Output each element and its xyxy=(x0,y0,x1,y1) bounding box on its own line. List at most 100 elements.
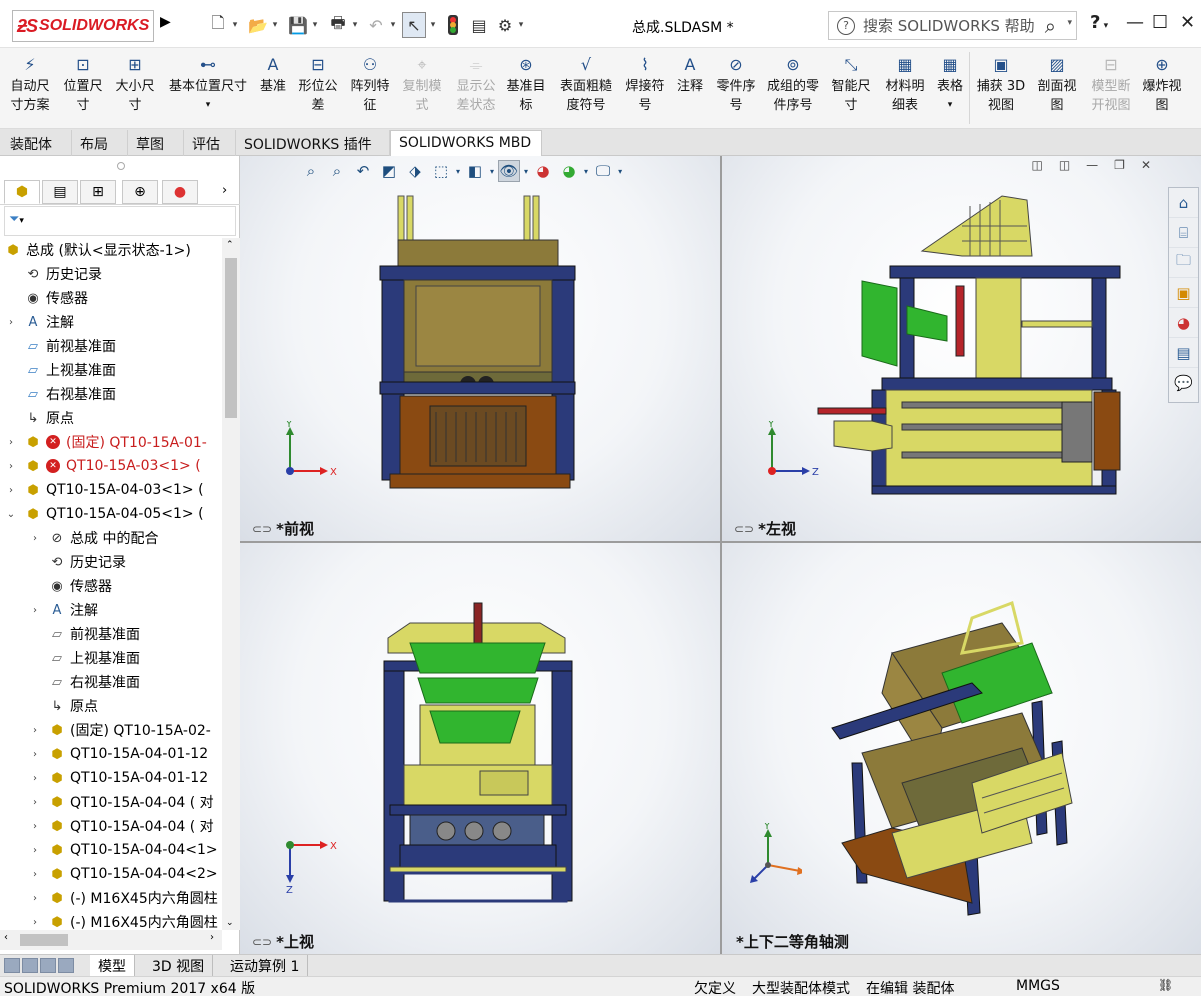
command-balloon[interactable]: ⊘ 零件序 号 xyxy=(713,52,759,115)
file-properties-icon[interactable]: ▤ xyxy=(468,12,490,38)
chevron-right-icon[interactable]: › xyxy=(222,183,227,198)
prev-tab-icon[interactable] xyxy=(22,958,38,973)
tab-model[interactable]: 模型 xyxy=(90,955,135,976)
command-model-break-view[interactable]: ⊟ 模型断 开视图 xyxy=(1085,52,1137,115)
viewport-isometric[interactable]: YXZ *上下二等角轴测 xyxy=(722,543,1201,954)
print-icon[interactable]: 🖶 xyxy=(326,12,350,38)
expand-chevron-icon[interactable]: › xyxy=(30,533,40,544)
expand-chevron-icon[interactable]: › xyxy=(30,845,40,856)
file-explorer-icon[interactable]: 🗀 xyxy=(1169,248,1198,278)
tab-3[interactable]: 评估 xyxy=(184,130,236,156)
command-smart-dimension[interactable]: ⤡ 智能尺 寸 xyxy=(827,52,875,115)
custom-properties-icon[interactable]: ▤ xyxy=(1169,338,1198,368)
command-show-tolerance-status[interactable]: ⌯ 显示公 差状态 xyxy=(450,52,502,115)
tree-item[interactable]: › ⬢ (固定) QT10-15A-02- xyxy=(0,718,222,742)
property-manager-tab-icon[interactable]: ▤ xyxy=(42,180,78,204)
expand-chevron-icon[interactable]: › xyxy=(30,749,40,760)
tree-item[interactable]: ⟲ 历史记录 xyxy=(0,550,222,574)
command-surface-finish[interactable]: √ 表面粗糙 度符号 xyxy=(554,52,618,115)
tree-item[interactable]: › ⬢ QT10-15A-04-04<1> xyxy=(0,838,222,862)
tree-item[interactable]: › ⬢ QT10-15A-04-04 ( 对 xyxy=(0,814,222,838)
display-manager-tab-icon[interactable]: ● xyxy=(162,180,198,204)
viewport-front[interactable]: ⌕ ⌕ ↶ ◩ ⬗ ⬚ ▾ ◧ ▾ 👁 ▾ ◕ ◕ ▾ 🖵 ▾ YX ⊂⊃ *前视 xyxy=(240,156,720,541)
undo-icon[interactable]: ↶ xyxy=(364,12,388,38)
tree-item[interactable]: › ⊘ 总成 中的配合 xyxy=(0,526,222,550)
model-isometric-view[interactable] xyxy=(722,543,1162,954)
expand-chevron-icon[interactable]: › xyxy=(6,437,16,448)
tree-item[interactable]: › ⬢ QT10-15A-04-03<1> ( xyxy=(0,478,222,502)
command-basic-location-dimension[interactable]: ⊷ 基本位置尺寸 ▾ xyxy=(162,52,254,115)
command-capture-3d-view[interactable]: ▣ 捕获 3D 视图 xyxy=(974,52,1028,115)
tab-4[interactable]: SOLIDWORKS 插件 xyxy=(236,130,390,156)
tree-item[interactable]: ⬢ 总成 (默认<显示状态-1>) xyxy=(0,238,222,262)
tree-item[interactable]: › ⬢ QT10-15A-04-04 ( 对 xyxy=(0,790,222,814)
tab-0[interactable]: 装配体 xyxy=(2,130,72,156)
tree-item[interactable]: ▱ 前视基准面 xyxy=(0,622,222,646)
expand-chevron-icon[interactable]: › xyxy=(30,893,40,904)
menu-expand-arrow-icon[interactable]: ▶ xyxy=(160,14,171,30)
command-location-dimension[interactable]: ⊡ 位置尺 寸 xyxy=(58,52,108,115)
chevron-down-icon[interactable]: ▾ xyxy=(350,12,360,38)
command-auto-dimension[interactable]: ⚡ 自动尺 寸方案 xyxy=(4,52,56,115)
last-tab-icon[interactable] xyxy=(58,958,74,973)
tab-3d-views[interactable]: 3D 视图 xyxy=(144,955,214,976)
chevron-down-icon[interactable]: ▾ xyxy=(388,12,398,38)
configuration-manager-tab-icon[interactable]: ⊞ xyxy=(80,180,116,204)
chevron-down-icon[interactable]: ▾ xyxy=(206,96,211,115)
tree-item[interactable]: ◉ 传感器 xyxy=(0,574,222,598)
expand-chevron-icon[interactable]: › xyxy=(30,869,40,880)
select-pointer-icon[interactable]: ↖ xyxy=(402,12,426,38)
expand-chevron-icon[interactable]: › xyxy=(6,317,16,328)
command-datum[interactable]: A 基准 xyxy=(255,52,291,96)
command-size-dimension[interactable]: ⊞ 大小尺 寸 xyxy=(110,52,160,115)
tab-1[interactable]: 布局 xyxy=(72,130,128,156)
home-icon[interactable]: ⌂ xyxy=(1169,188,1198,218)
maximize-icon[interactable]: ☐ xyxy=(1152,12,1168,33)
link-views-icon[interactable]: ⊂⊃ xyxy=(734,522,754,536)
next-tab-icon[interactable] xyxy=(40,958,56,973)
tree-item[interactable]: › A 注解 xyxy=(0,310,222,334)
search-icon[interactable]: ⌕ xyxy=(1045,14,1056,38)
options-gear-icon[interactable]: ⚙ xyxy=(494,12,516,38)
tags-icon[interactable]: ⛓ xyxy=(1158,978,1173,992)
command-note[interactable]: A 注释 xyxy=(671,52,709,96)
scrollbar-thumb[interactable] xyxy=(225,258,237,418)
graphics-area[interactable]: ⌕ ⌕ ↶ ◩ ⬗ ⬚ ▾ ◧ ▾ 👁 ▾ ◕ ◕ ▾ 🖵 ▾ YX ⊂⊃ *前视 xyxy=(240,156,1201,954)
link-views-icon[interactable]: ⊂⊃ xyxy=(252,522,272,536)
design-library-icon[interactable]: ⌸ xyxy=(1169,218,1198,248)
expand-chevron-icon[interactable]: › xyxy=(30,917,40,928)
forum-icon[interactable]: 💬 xyxy=(1169,368,1198,398)
chevron-down-icon[interactable]: ▾ xyxy=(948,96,953,115)
tree-item[interactable]: ⟲ 历史记录 xyxy=(0,262,222,286)
tree-item[interactable]: ▱ 右视基准面 xyxy=(0,670,222,694)
help-button[interactable]: ? ▾ xyxy=(1090,12,1108,33)
command-stacked-balloon[interactable]: ⊚ 成组的零 件序号 xyxy=(763,52,823,115)
scrollbar-thumb[interactable] xyxy=(20,934,68,946)
tree-item[interactable]: ⌄ ⬢ QT10-15A-04-05<1> ( xyxy=(0,502,222,526)
tree-filter-input[interactable]: ⏷▾ xyxy=(4,206,236,236)
first-tab-icon[interactable] xyxy=(4,958,20,973)
expand-chevron-icon[interactable]: › xyxy=(6,461,16,472)
command-weld-symbol[interactable]: ⌇ 焊接符 号 xyxy=(621,52,669,115)
viewport-left[interactable]: ◫ ◫ — ❐ ✕ YZ ⊂⊃ *左视 xyxy=(722,156,1201,541)
tree-item[interactable]: › ⬢ (-) M16X45内六角圆柱 xyxy=(0,886,222,910)
view-palette-icon[interactable]: ▣ xyxy=(1169,278,1198,308)
rebuild-traffic-light-icon[interactable] xyxy=(444,12,462,38)
command-geometric-tolerance[interactable]: ⊟ 形位公 差 xyxy=(295,52,341,115)
dimxpert-tab-icon[interactable]: ⊕ xyxy=(122,180,158,204)
command-exploded-view[interactable]: ⊕ 爆炸视 图 xyxy=(1137,52,1187,115)
chevron-down-icon[interactable]: ▾ xyxy=(1067,18,1072,28)
chevron-down-icon[interactable]: ▾ xyxy=(230,12,240,38)
expand-chevron-icon[interactable]: › xyxy=(30,773,40,784)
minimize-icon[interactable]: — xyxy=(1126,12,1144,33)
chevron-down-icon[interactable]: ▾ xyxy=(310,12,320,38)
tree-item[interactable]: › ⬢ QT10-15A-04-04<2> xyxy=(0,862,222,886)
panel-grip-icon[interactable] xyxy=(117,162,125,170)
units-selector[interactable]: MMGS xyxy=(1016,978,1060,994)
help-search-input[interactable]: ? 搜索 SOLIDWORKS 帮助 ⌕ ▾ xyxy=(828,11,1077,40)
model-left-view[interactable] xyxy=(722,156,1162,541)
tree-item[interactable]: › ⬢ ✕ (固定) QT10-15A-01- xyxy=(0,430,222,454)
expand-chevron-icon[interactable]: › xyxy=(30,821,40,832)
tree-item[interactable]: ▱ 右视基准面 xyxy=(0,382,222,406)
tree-item[interactable]: › ⬢ QT10-15A-04-01-12 xyxy=(0,766,222,790)
